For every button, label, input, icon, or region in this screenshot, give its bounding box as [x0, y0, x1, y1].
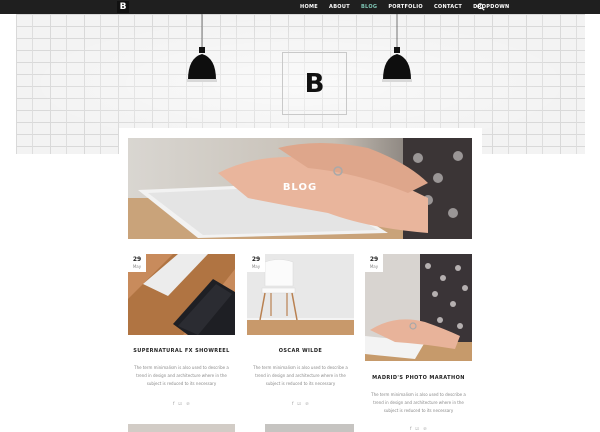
- menu-item-about[interactable]: ABOUT: [329, 4, 350, 10]
- date-month: May: [369, 264, 379, 269]
- post-image-partial[interactable]: [128, 424, 235, 432]
- date-day: 29: [369, 256, 379, 263]
- pinterest-icon[interactable]: ℗: [423, 426, 427, 431]
- nav-logo[interactable]: B: [117, 1, 129, 13]
- twitter-icon[interactable]: ☑: [297, 401, 301, 406]
- pendant-lamp-icon: [187, 14, 217, 82]
- date-month: May: [251, 264, 261, 269]
- social-links: f ☑ ℗: [128, 401, 235, 406]
- date-day: 29: [132, 256, 142, 263]
- pendant-lamp-icon: [382, 14, 412, 82]
- post-image[interactable]: 29 May: [247, 254, 354, 335]
- social-links: f ☑ ℗: [365, 426, 472, 431]
- blog-banner: BLOG: [128, 138, 472, 239]
- top-nav: B HOME ABOUT BLOG PORTFOLIO CONTACT DROP…: [0, 0, 600, 14]
- excerpt-line: subject is reduced to its necessary: [265, 381, 336, 386]
- pinterest-icon[interactable]: ℗: [186, 401, 190, 406]
- excerpt-line: The term minimalism is also used to desc…: [134, 365, 229, 370]
- date-badge: 29 May: [365, 254, 383, 272]
- date-day: 29: [251, 256, 261, 263]
- search-icon[interactable]: [477, 3, 485, 11]
- post-title[interactable]: MADRID'S PHOTO MARATHON: [365, 375, 472, 381]
- post-title[interactable]: SUPERNATURAL FX SHOWREEL: [128, 348, 235, 354]
- date-badge: 29 May: [247, 254, 265, 272]
- excerpt-line: subject is reduced to its necessary: [146, 381, 217, 386]
- facebook-icon[interactable]: f: [410, 426, 411, 431]
- post-excerpt: The term minimalism is also used to desc…: [128, 364, 235, 388]
- excerpt-line: trend in design and architecture where i…: [136, 373, 227, 378]
- facebook-icon[interactable]: f: [292, 401, 293, 406]
- pinterest-icon[interactable]: ℗: [305, 401, 309, 406]
- excerpt-line: The term minimalism is also used to desc…: [371, 392, 466, 397]
- date-month: May: [132, 264, 142, 269]
- twitter-icon[interactable]: ☑: [178, 401, 182, 406]
- menu-item-blog[interactable]: BLOG: [361, 4, 377, 10]
- post-excerpt: The term minimalism is also used to desc…: [365, 391, 472, 415]
- facebook-icon[interactable]: f: [173, 401, 174, 406]
- hero-logo: B: [282, 52, 347, 115]
- excerpt-line: subject is reduced to its necessary: [383, 408, 454, 413]
- menu-item-home[interactable]: HOME: [300, 4, 318, 10]
- excerpt-line: The term minimalism is also used to desc…: [253, 365, 348, 370]
- post-image[interactable]: 29 May: [128, 254, 235, 335]
- main-menu: HOME ABOUT BLOG PORTFOLIO CONTACT DROPDO…: [300, 0, 521, 14]
- menu-item-portfolio[interactable]: PORTFOLIO: [388, 4, 423, 10]
- excerpt-line: trend in design and architecture where i…: [373, 400, 464, 405]
- date-badge: [247, 424, 265, 432]
- banner-title: BLOG: [282, 182, 318, 193]
- post-image[interactable]: 29 May: [365, 254, 472, 361]
- menu-item-contact[interactable]: CONTACT: [434, 4, 462, 10]
- twitter-icon[interactable]: ☑: [415, 426, 419, 431]
- post-image-partial[interactable]: [247, 424, 354, 432]
- post-title[interactable]: OSCAR WILDE: [247, 348, 354, 354]
- post-excerpt: The term minimalism is also used to desc…: [247, 364, 354, 388]
- excerpt-line: trend in design and architecture where i…: [255, 373, 346, 378]
- social-links: f ☑ ℗: [247, 401, 354, 406]
- date-badge: 29 May: [128, 254, 146, 272]
